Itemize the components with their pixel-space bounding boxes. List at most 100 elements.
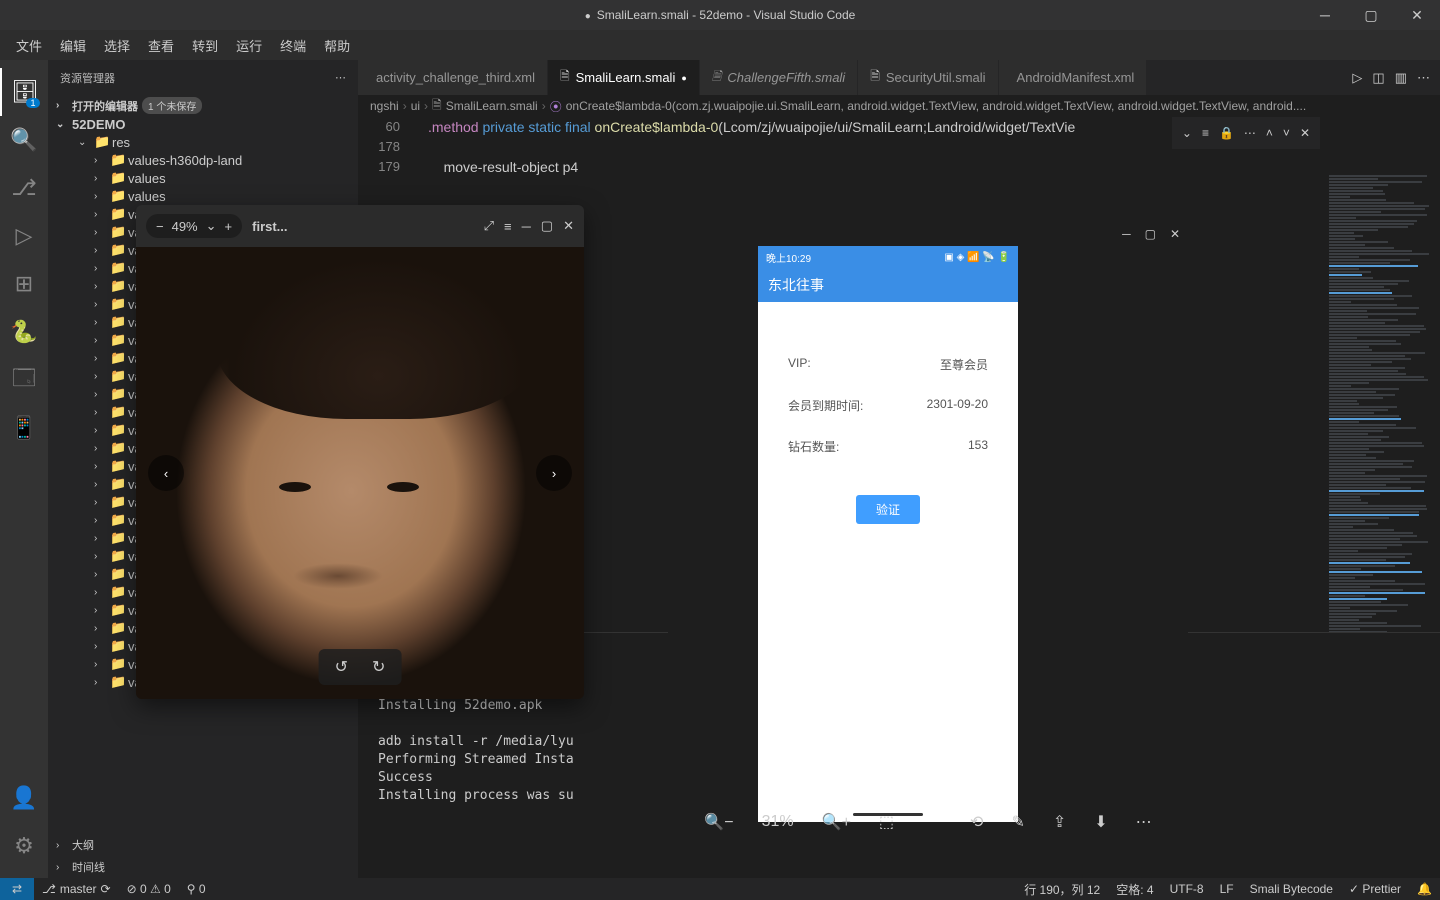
activity-settings-icon[interactable]: ⚙ <box>0 822 48 870</box>
status-eol[interactable]: LF <box>1212 881 1242 898</box>
find-close-icon[interactable]: ✕ <box>1300 126 1310 140</box>
emu-rotate-icon[interactable]: ⟲ <box>970 812 983 832</box>
status-bar: ⇄ ⎇ master ⟳ ⊘ 0 ⚠ 0 ⚲ 0 行 190，列 12 空格: … <box>0 878 1440 900</box>
activity-search-icon[interactable]: 🔍 <box>0 116 48 164</box>
tree-folder-item[interactable]: ›📁values-h360dp-land <box>48 151 358 169</box>
chevron-down-icon[interactable]: ⌄ <box>1182 126 1192 140</box>
activity-scm-icon[interactable]: ⎇ <box>0 164 48 212</box>
status-cursor[interactable]: 行 190，列 12 <box>1016 881 1108 898</box>
find-prev-icon[interactable]: ˄ <box>1266 126 1273 140</box>
status-problems[interactable]: ⊘ 0 ⚠ 0 <box>119 882 179 896</box>
breadcrumb[interactable]: ngshi› ui› 🗎SmaliLearn.smali› ⦿onCreate$… <box>358 95 1440 117</box>
tree-folder-item[interactable]: ›📁values <box>48 187 358 205</box>
window-close-button[interactable]: ✕ <box>1394 0 1440 30</box>
status-branch[interactable]: ⎇ master ⟳ <box>34 882 119 896</box>
viewer-minimize-icon[interactable]: ─ <box>522 219 531 234</box>
find-replace-bar[interactable]: ⌄ ≡ 🔒 ⋯ ˄ ˅ ✕ <box>1172 117 1320 149</box>
menu-terminal[interactable]: 终端 <box>272 32 314 59</box>
find-more-icon[interactable]: ⋯ <box>1244 126 1256 140</box>
viewer-maximize-icon[interactable]: ▢ <box>541 218 553 234</box>
editor-tab[interactable]: AndroidManifest.xml <box>999 60 1148 95</box>
project-root[interactable]: ⌄ 52DEMO <box>48 116 358 133</box>
timeline-header[interactable]: ›时间线 <box>48 856 358 878</box>
activity-python-icon[interactable]: 🐍 <box>0 308 48 356</box>
editor-tab[interactable]: 🗎ChallengeFifth.smali <box>700 60 858 95</box>
folder-icon: 📁 <box>110 278 124 294</box>
emu-maximize-icon[interactable]: ▢ <box>1145 227 1156 241</box>
window-maximize-button[interactable]: ▢ <box>1348 0 1394 30</box>
file-icon: 🗎 <box>870 67 880 88</box>
menu-help[interactable]: 帮助 <box>316 32 358 59</box>
folder-icon: 📁 <box>110 332 124 348</box>
activity-explorer-icon[interactable]: 🗄1 <box>0 68 48 116</box>
chevron-right-icon: › <box>94 353 106 364</box>
activity-device-icon[interactable]: 📱 <box>0 404 48 452</box>
emu-close-icon[interactable]: ✕ <box>1170 227 1180 241</box>
menu-selection[interactable]: 选择 <box>96 32 138 59</box>
open-editors-header[interactable]: › 打开的编辑器 1 个未保存 <box>48 95 358 116</box>
prev-image-button[interactable]: ‹ <box>148 455 184 491</box>
menu-view[interactable]: 查看 <box>140 32 182 59</box>
folder-icon: 📁 <box>110 674 124 690</box>
chevron-right-icon: › <box>94 587 106 598</box>
zoom-out-icon[interactable]: − <box>156 219 164 234</box>
editor-tab[interactable]: activity_challenge_third.xml <box>358 60 548 95</box>
emu-fit-icon[interactable]: ⬚ <box>879 812 894 832</box>
next-image-button[interactable]: › <box>536 455 572 491</box>
activity-accounts-icon[interactable]: 👤 <box>0 774 48 822</box>
chevron-right-icon: › <box>94 425 106 436</box>
editor-tab[interactable]: 🗎 SecurityUtil.smali <box>858 60 998 95</box>
zoom-dropdown-icon[interactable]: ⌄ <box>206 218 217 234</box>
more-icon[interactable]: ⋯ <box>1417 70 1430 86</box>
outline-header[interactable]: ›大纲 <box>48 834 358 856</box>
emu-zoom-out-icon[interactable]: 🔍− <box>704 812 733 832</box>
menu-go[interactable]: 转到 <box>184 32 226 59</box>
status-language[interactable]: Smali Bytecode <box>1242 881 1341 898</box>
menu-icon[interactable]: ≡ <box>504 219 512 234</box>
status-indent[interactable]: 空格: 4 <box>1108 881 1161 898</box>
chevron-right-icon: › <box>94 245 106 256</box>
emu-more-icon[interactable]: ⋯ <box>1136 812 1152 832</box>
run-icon[interactable]: ▷ <box>1352 70 1362 86</box>
find-options-icon[interactable]: ≡ <box>1202 126 1209 140</box>
status-encoding[interactable]: UTF-8 <box>1162 881 1212 898</box>
menu-edit[interactable]: 编辑 <box>52 32 94 59</box>
rotate-right-icon[interactable]: ↻ <box>372 657 385 677</box>
tree-folder-item[interactable]: ›📁values <box>48 169 358 187</box>
line-number: 179 <box>358 157 400 177</box>
emu-share-icon[interactable]: ⇪ <box>1053 812 1066 832</box>
menu-run[interactable]: 运行 <box>228 32 270 59</box>
fullscreen-icon[interactable]: ⤢ <box>484 218 494 234</box>
activity-debug-icon[interactable]: ▷ <box>0 212 48 260</box>
folder-icon: 📁 <box>110 368 124 384</box>
tab-label: SecurityUtil.smali <box>886 70 986 85</box>
remote-indicator-icon[interactable]: ⇄ <box>0 878 34 900</box>
emu-edit-icon[interactable]: ✎ <box>1011 812 1024 832</box>
status-prettier[interactable]: ✓ Prettier <box>1341 881 1409 898</box>
zoom-in-icon[interactable]: + <box>225 219 233 234</box>
split-icon[interactable]: ◫ <box>1372 70 1384 86</box>
folder-res[interactable]: ⌄ 📁 res <box>48 133 358 151</box>
emulator-window[interactable]: ─ ▢ ✕ 晚上10:29 ▣ ◈ 📶 📡 🔋 东北往事 VIP:至尊会员 会员… <box>668 222 1188 854</box>
window-minimize-button[interactable]: ─ <box>1302 0 1348 30</box>
editor-tab[interactable]: 🗎SmaliLearn.smali● <box>548 60 700 95</box>
find-next-icon[interactable]: ˅ <box>1283 126 1290 140</box>
emu-zoom-in-icon[interactable]: 🔍+ <box>822 812 851 832</box>
menu-file[interactable]: 文件 <box>8 32 50 59</box>
image-viewer-window[interactable]: − 49% ⌄ + first... ⤢ ≡ ─ ▢ ✕ ‹ › ↺ ↻ <box>136 205 584 699</box>
emu-minimize-icon[interactable]: ─ <box>1122 227 1131 241</box>
status-feedback-icon[interactable]: 🔔 <box>1409 881 1440 898</box>
sidebar-more-icon[interactable]: ⋯ <box>335 71 346 84</box>
emu-download-icon[interactable]: ⬇ <box>1094 812 1107 832</box>
find-lock-icon[interactable]: 🔒 <box>1219 126 1234 140</box>
folder-icon: 📁 <box>110 206 124 222</box>
activity-project-icon[interactable]: 🗔 <box>0 356 48 404</box>
editor-tab-actions: ▷ ◫ ▥ ⋯ <box>1342 60 1440 95</box>
activity-extensions-icon[interactable]: ⊞ <box>0 260 48 308</box>
status-ports[interactable]: ⚲ 0 <box>179 882 214 896</box>
layout-icon[interactable]: ▥ <box>1395 70 1407 86</box>
viewer-close-icon[interactable]: ✕ <box>563 218 574 234</box>
rotate-left-icon[interactable]: ↺ <box>335 657 348 677</box>
verify-button[interactable]: 验证 <box>856 495 920 524</box>
image-canvas[interactable]: ‹ › ↺ ↻ <box>136 247 584 699</box>
